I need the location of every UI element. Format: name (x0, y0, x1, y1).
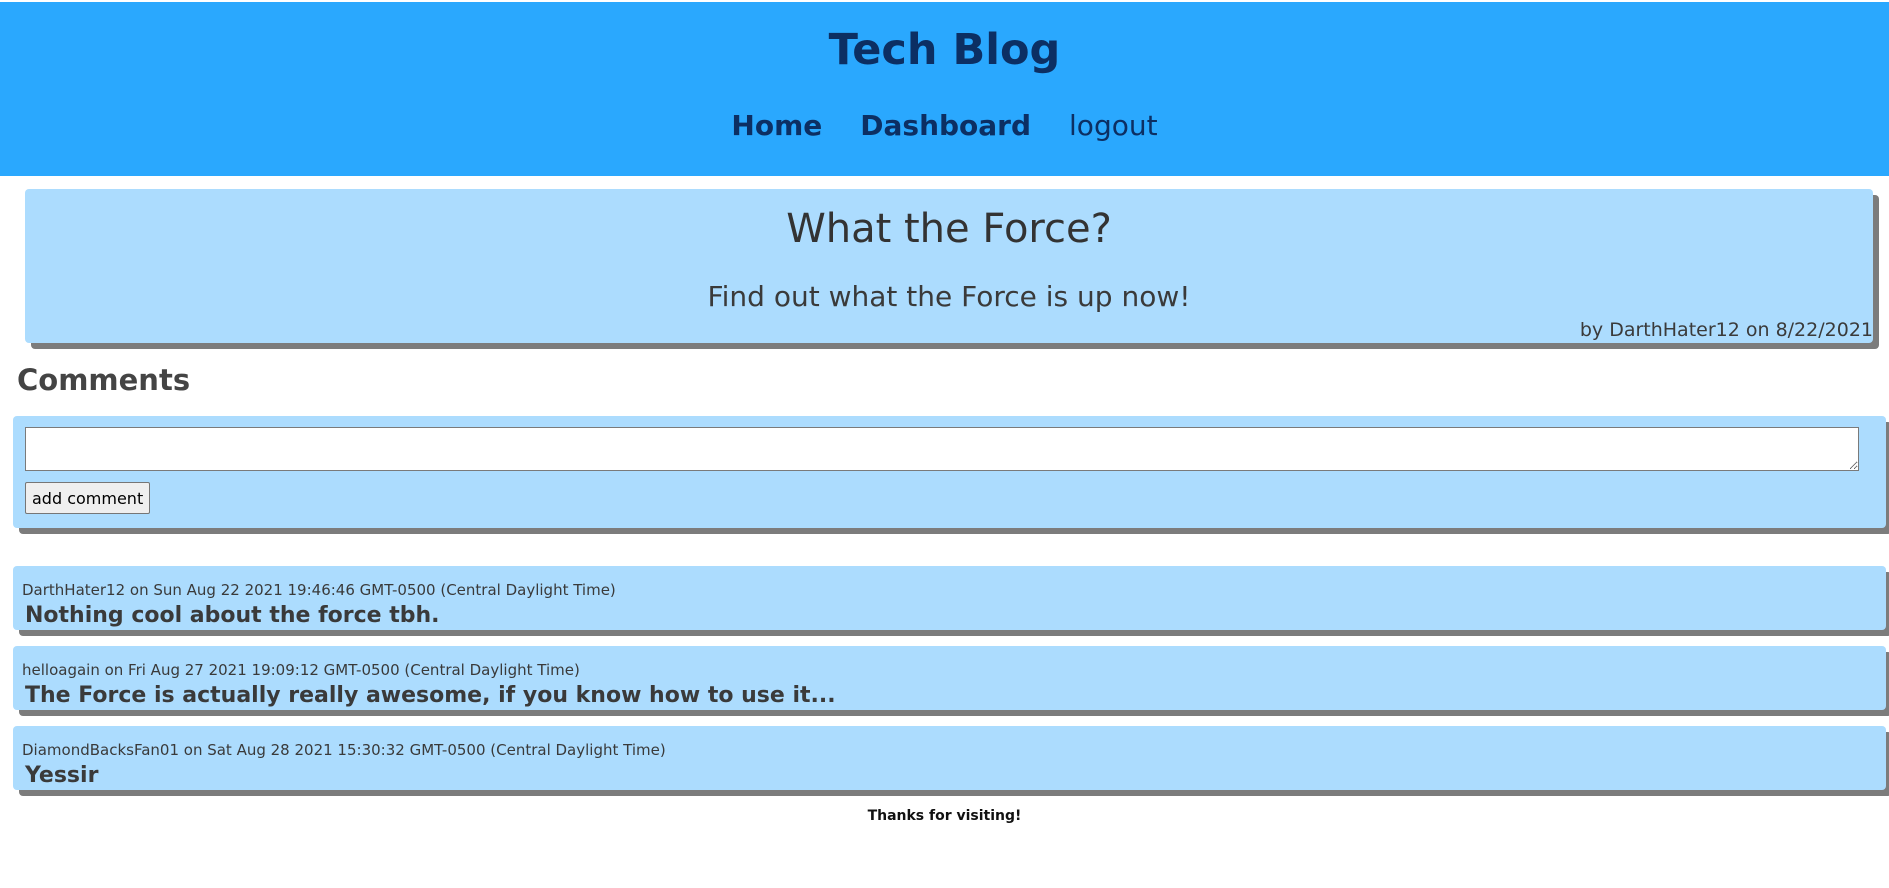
comment-text: The Force is actually really awesome, if… (25, 683, 836, 708)
site-header: Tech Blog Home Dashboard logout (0, 2, 1889, 176)
comment-meta: DarthHater12 on Sun Aug 22 2021 19:46:46… (22, 581, 616, 599)
post-card: What the Force? Find out what the Force … (25, 189, 1873, 343)
comment-input[interactable] (25, 427, 1859, 471)
nav-logout-link[interactable]: logout (1069, 106, 1158, 146)
comment-form: add comment (13, 416, 1886, 528)
nav-home-link[interactable]: Home (731, 106, 822, 146)
comment-item: DiamondBacksFan01 on Sat Aug 28 2021 15:… (13, 726, 1886, 790)
comment-text: Yessir (25, 763, 99, 788)
footer-text: Thanks for visiting! (867, 808, 1022, 824)
post-body: Find out what the Force is up now! (707, 280, 1191, 313)
main-nav: Home Dashboard logout (0, 106, 1889, 146)
comment-item: DarthHater12 on Sun Aug 22 2021 19:46:46… (13, 566, 1886, 630)
nav-dashboard-link[interactable]: Dashboard (860, 106, 1031, 146)
post-meta: by DarthHater12 on 8/22/2021 (1579, 319, 1873, 341)
add-comment-button[interactable]: add comment (25, 482, 151, 514)
post-title: What the Force? (786, 206, 1112, 252)
comments-heading: Comments (17, 363, 191, 397)
comment-item: helloagain on Fri Aug 27 2021 19:09:12 G… (13, 646, 1886, 710)
site-title: Tech Blog (828, 25, 1061, 75)
comment-meta: helloagain on Fri Aug 27 2021 19:09:12 G… (22, 661, 580, 679)
comment-meta: DiamondBacksFan01 on Sat Aug 28 2021 15:… (22, 741, 666, 759)
comment-text: Nothing cool about the force tbh. (25, 603, 440, 628)
